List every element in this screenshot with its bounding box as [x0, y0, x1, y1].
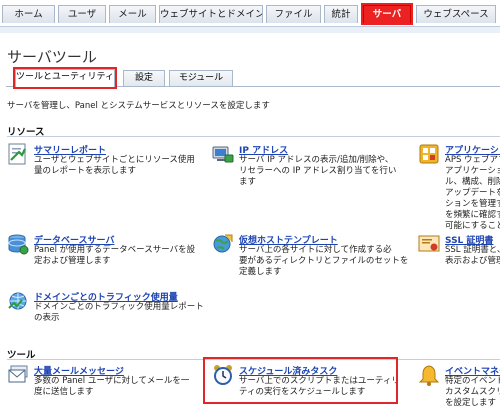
subtab-modules[interactable]: モジュール: [169, 70, 233, 86]
database-servers-desc: Panel が使用するデータベースサーバを設 定および管理します: [34, 245, 196, 266]
ssl-certificate-icon: [418, 233, 440, 255]
tab-home[interactable]: ホーム: [2, 5, 55, 23]
traffic-usage-desc: ドメインごとのトラフィック使用量レポート の表示: [34, 302, 204, 323]
main-navigation: ホーム ユーザ メール ウェブサイトとドメイン ファイル 統計 サーバ ウェブス…: [0, 0, 500, 27]
mass-mail-desc: 多数の Panel ユーザに対してメールを一 度に送信します: [34, 376, 190, 397]
nav-band: [0, 26, 500, 33]
virtual-host-template-desc: サーバ上の各サイトに対して作成する必 要があるディレクトリとファイルのセットを …: [239, 245, 409, 277]
subtab-bar: ツールとユーティリティ 設定 モジュール: [6, 67, 500, 89]
ip-address-desc: サーバ IP アドレスの表示/追加/削除や、 リセラーへの IP アドレス割り当…: [239, 155, 397, 187]
tab-mail[interactable]: メール: [109, 5, 156, 23]
section-divider: [7, 136, 500, 137]
scheduled-tasks-highlight: [203, 357, 398, 404]
page-description: サーバを管理し、Panel とシステムサービスとリソースを設定します: [7, 101, 270, 111]
tab-users[interactable]: ユーザ: [58, 5, 106, 23]
subtab-tools-utilities[interactable]: ツールとユーティリティ: [13, 67, 117, 89]
application-icon: [418, 143, 440, 165]
event-manager-icon: [418, 364, 440, 386]
virtual-host-template-icon: [212, 233, 234, 255]
ssl-certificates-desc: SSL 証明書と、P 表示および管理: [445, 245, 500, 266]
database-server-icon: [7, 233, 29, 255]
summary-report-desc: ユーザとウェブサイトごとにリソース使用 量のレポートを表示します: [34, 155, 195, 176]
tab-webspace[interactable]: ウェブスペース: [416, 5, 496, 23]
subtab-settings[interactable]: 設定: [123, 70, 165, 86]
application-catalog-desc: APS ウェブアプ アプリケーショ ル、構成、削除 アップデートを ションを管理…: [445, 155, 500, 231]
traffic-usage-icon: [7, 290, 29, 312]
tab-server[interactable]: サーバ: [361, 3, 413, 25]
tab-files[interactable]: ファイル: [266, 5, 321, 23]
event-manager-desc: 特定のイベント カスタムスクリ を設定します: [445, 376, 500, 408]
ip-address-icon: [212, 143, 234, 165]
mass-mail-icon: [7, 364, 29, 386]
page-title: サーバツール: [7, 48, 97, 66]
tab-websites-domains[interactable]: ウェブサイトとドメイン: [159, 5, 263, 23]
summary-report-icon: [7, 143, 29, 165]
tab-statistics[interactable]: 統計: [324, 5, 358, 23]
